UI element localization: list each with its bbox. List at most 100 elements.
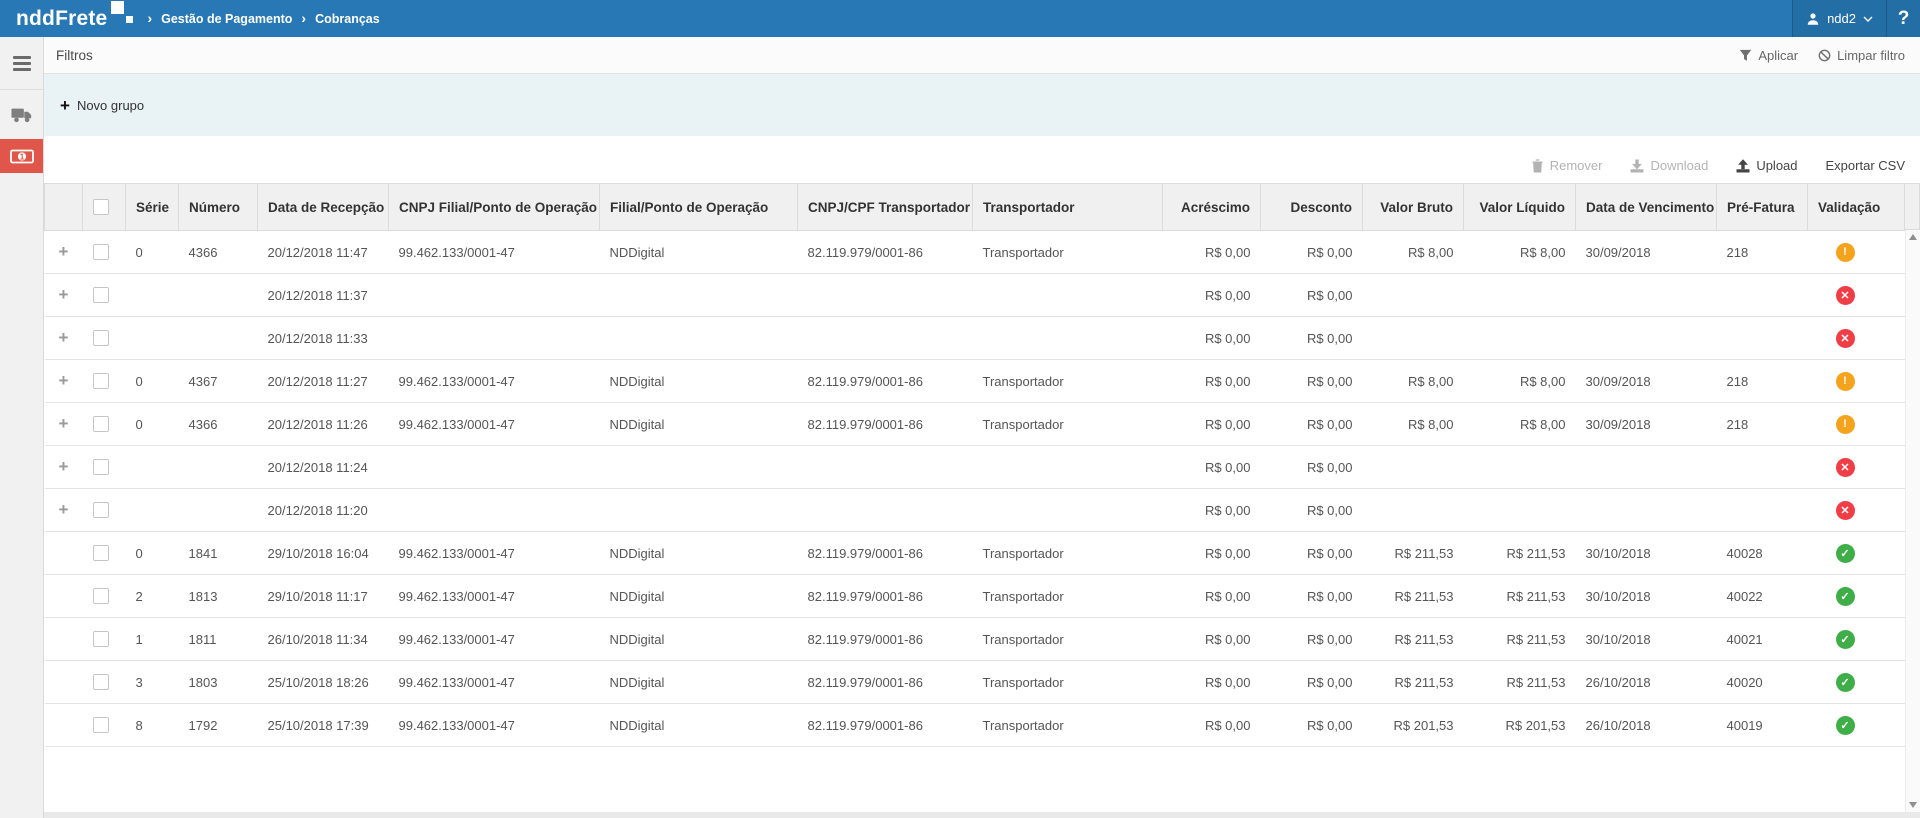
new-group-button[interactable]: + Novo grupo: [60, 97, 144, 114]
help-button[interactable]: ?: [1887, 0, 1920, 37]
validation-ok-icon: ✓: [1836, 673, 1855, 692]
remove-button[interactable]: Remover: [1531, 158, 1603, 173]
cell-numero: 4366: [179, 231, 258, 274]
cell-acrescimo: R$ 0,00: [1163, 231, 1261, 274]
row-checkbox[interactable]: [93, 459, 109, 475]
cell-recepcao: 20/12/2018 11:37: [258, 274, 389, 317]
cell-transportador: Transportador: [973, 403, 1163, 446]
cell-cnpj_transportador: [798, 317, 973, 360]
col-header-validacao[interactable]: Validação: [1808, 184, 1905, 231]
cell-cnpj_filial: 99.462.133/0001-47: [389, 403, 600, 446]
row-checkbox[interactable]: [93, 502, 109, 518]
cell-valor_bruto: [1363, 489, 1464, 532]
cell-validacao: ✓: [1808, 661, 1905, 704]
expand-row-button[interactable]: +: [59, 242, 69, 261]
row-checkbox[interactable]: [93, 416, 109, 432]
checkbox-cell: [83, 618, 126, 661]
col-header-valor-bruto[interactable]: Valor Bruto: [1363, 184, 1464, 231]
row-checkbox[interactable]: [93, 631, 109, 647]
table-row: +20/12/2018 11:24R$ 0,00R$ 0,00✕: [45, 446, 1905, 489]
col-header-vencimento[interactable]: Data de Vencimento: [1576, 184, 1717, 231]
cell-vencimento: 30/10/2018: [1576, 575, 1717, 618]
breadcrumb-cobrancas[interactable]: Cobranças: [315, 12, 380, 26]
cell-filial: NDDigital: [600, 403, 798, 446]
clear-filter-button[interactable]: Limpar filtro: [1818, 48, 1905, 63]
table-row: 8179225/10/2018 17:3999.462.133/0001-47N…: [45, 704, 1905, 747]
cell-numero: [179, 489, 258, 532]
row-checkbox[interactable]: [93, 674, 109, 690]
group-bar: + Novo grupo: [44, 74, 1920, 136]
row-checkbox[interactable]: [93, 588, 109, 604]
col-header-cnpj-transportador[interactable]: CNPJ/CPF Transportador: [798, 184, 973, 231]
row-checkbox[interactable]: [93, 545, 109, 561]
cell-valor_bruto: R$ 211,53: [1363, 661, 1464, 704]
apply-filter-label: Aplicar: [1758, 48, 1798, 63]
expand-row-button[interactable]: +: [59, 285, 69, 304]
expand-row-button[interactable]: +: [59, 328, 69, 347]
expand-cell: [45, 618, 83, 661]
col-header-desconto[interactable]: Desconto: [1261, 184, 1363, 231]
table-zone: Série Número Data de Recepção↓ CNPJ Fili…: [44, 183, 1920, 812]
col-header-serie[interactable]: Série: [126, 184, 179, 231]
checkbox-cell: [83, 446, 126, 489]
sidebar-item-freight[interactable]: [0, 90, 43, 139]
col-header-filial[interactable]: Filial/Ponto de Operação: [600, 184, 798, 231]
cell-cnpj_filial: 99.462.133/0001-47: [389, 231, 600, 274]
cell-pre_fatura: 40028: [1717, 532, 1808, 575]
select-all-checkbox[interactable]: [93, 199, 109, 215]
export-csv-button[interactable]: Exportar CSV: [1826, 158, 1905, 173]
sidebar-item-billing[interactable]: 1: [0, 139, 43, 173]
cell-transportador: [973, 489, 1163, 532]
cell-pre_fatura: 218: [1717, 403, 1808, 446]
horizontal-scrollbar[interactable]: [44, 812, 1920, 818]
cell-valor_bruto: [1363, 446, 1464, 489]
cell-transportador: [973, 446, 1163, 489]
row-checkbox[interactable]: [93, 717, 109, 733]
cell-desconto: R$ 0,00: [1261, 532, 1363, 575]
cell-transportador: Transportador: [973, 360, 1163, 403]
cell-desconto: R$ 0,00: [1261, 661, 1363, 704]
checkbox-cell: [83, 575, 126, 618]
cell-cnpj_transportador: [798, 446, 973, 489]
expand-row-button[interactable]: +: [59, 500, 69, 519]
scroll-up-arrow-icon[interactable]: [1909, 234, 1917, 240]
expand-row-button[interactable]: +: [59, 457, 69, 476]
upload-button[interactable]: Upload: [1736, 158, 1797, 173]
col-header-acrescimo[interactable]: Acréscimo: [1163, 184, 1261, 231]
cell-acrescimo: R$ 0,00: [1163, 489, 1261, 532]
expand-row-button[interactable]: +: [59, 371, 69, 390]
cell-pre_fatura: [1717, 489, 1808, 532]
cell-transportador: Transportador: [973, 704, 1163, 747]
cell-transportador: Transportador: [973, 532, 1163, 575]
cell-valor_bruto: R$ 201,53: [1363, 704, 1464, 747]
row-checkbox[interactable]: [93, 287, 109, 303]
row-checkbox[interactable]: [93, 373, 109, 389]
cell-recepcao: 25/10/2018 17:39: [258, 704, 389, 747]
breadcrumb-gestao-de-pagamento[interactable]: Gestão de Pagamento: [161, 12, 292, 26]
vertical-scrollbar[interactable]: [1905, 183, 1920, 812]
download-button[interactable]: Download: [1630, 158, 1708, 173]
scrollbar-track[interactable]: [1905, 230, 1920, 812]
cell-numero: 1792: [179, 704, 258, 747]
user-menu[interactable]: ndd2: [1792, 0, 1887, 37]
truck-icon: [11, 107, 33, 123]
cell-validacao: ✕: [1808, 489, 1905, 532]
sidebar-menu-button[interactable]: [0, 37, 43, 90]
col-header-recepcao[interactable]: Data de Recepção↓: [258, 184, 389, 231]
cell-pre_fatura: 40021: [1717, 618, 1808, 661]
scroll-down-arrow-icon[interactable]: [1909, 802, 1917, 808]
col-header-cnpj-filial[interactable]: CNPJ Filial/Ponto de Operação: [389, 184, 600, 231]
expand-row-button[interactable]: +: [59, 414, 69, 433]
row-checkbox[interactable]: [93, 244, 109, 260]
cell-vencimento: 30/10/2018: [1576, 618, 1717, 661]
cell-pre_fatura: [1717, 446, 1808, 489]
col-header-numero[interactable]: Número: [179, 184, 258, 231]
col-header-pre-fatura[interactable]: Pré-Fatura: [1717, 184, 1808, 231]
row-checkbox[interactable]: [93, 330, 109, 346]
apply-filter-button[interactable]: Aplicar: [1739, 48, 1798, 63]
validation-ok-icon: ✓: [1836, 716, 1855, 735]
col-header-transportador[interactable]: Transportador: [973, 184, 1163, 231]
select-all-header: [83, 184, 126, 231]
cell-numero: [179, 317, 258, 360]
col-header-valor-liquido[interactable]: Valor Líquido: [1464, 184, 1576, 231]
